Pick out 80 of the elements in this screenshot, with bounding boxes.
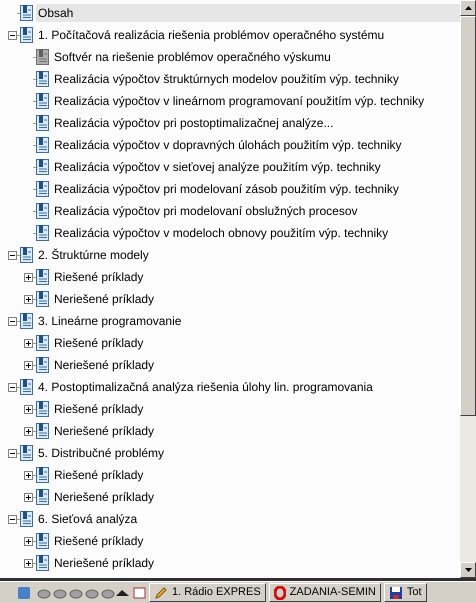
book-page-icon	[36, 467, 49, 483]
tree-item[interactable]: 1. Počítačová realizácia riešenia problémov operačného systému	[36, 26, 388, 44]
book-page-icon	[36, 93, 49, 109]
down-arrow-icon	[464, 568, 472, 572]
book-page-icon	[36, 115, 49, 131]
quick-launch-icons-drawing[interactable]	[16, 586, 146, 600]
book-page-icon	[20, 247, 33, 263]
expand-icon[interactable]	[24, 404, 33, 414]
scroll-thumb[interactable]	[460, 16, 476, 416]
taskbar-button[interactable]: 1. Rádio EXPRES	[149, 583, 266, 602]
tree-item[interactable]: Riešené príklady	[52, 532, 148, 550]
expand-icon[interactable]	[24, 272, 33, 282]
tree-item[interactable]: Neriešené príklady	[52, 356, 158, 374]
book-page-icon	[36, 291, 49, 307]
collapse-icon[interactable]	[8, 316, 17, 326]
collapse-icon[interactable]	[8, 514, 17, 524]
tree-item[interactable]: Riešené príklady	[52, 466, 148, 484]
tree-item[interactable]: 3. Lineárne programovanie	[36, 312, 186, 330]
tree-item[interactable]: Realizácia výpočtov v dopravných úlohách použitím výp. techniky	[52, 136, 406, 154]
tree-item[interactable]: Realizácia výpočtov pri modelovaní zásob použitím výp. techniky	[52, 180, 403, 198]
tree-item[interactable]: Riešené príklady	[52, 268, 148, 286]
book-page-icon	[36, 71, 49, 87]
opera-o-icon	[274, 586, 286, 600]
book-page-icon	[36, 533, 49, 549]
tree-item[interactable]: 4. Postoptimalizačná analýza riešenia úlohy lin. programovania	[36, 378, 377, 396]
expand-icon[interactable]	[24, 492, 33, 502]
scroll-down-button[interactable]	[460, 562, 476, 578]
tree-item[interactable]: Riešené príklady	[52, 334, 148, 352]
book-page-icon	[36, 335, 49, 351]
book-page-icon	[20, 379, 33, 395]
expand-icon[interactable]	[24, 536, 33, 546]
tree-item[interactable]: Neriešené príklady	[52, 290, 158, 308]
tree-item[interactable]: 6. Sieťová analýza	[36, 510, 142, 528]
collapse-icon[interactable]	[8, 30, 17, 40]
scroll-up-button[interactable]	[460, 0, 476, 16]
tree-item[interactable]: Neriešené príklady	[52, 554, 158, 572]
book-page-icon	[36, 423, 49, 439]
tree-item[interactable]: Riešené príklady	[52, 400, 148, 418]
book-page-icon	[36, 489, 49, 505]
tree-item[interactable]: Realizácia výpočtov štruktúrnych modelov použitím výp. techniky	[52, 70, 403, 88]
book-page-icon	[36, 401, 49, 417]
tree-item[interactable]: Realizácia výpočtov pri modelovaní obslužných procesov	[52, 202, 362, 220]
expand-icon[interactable]	[24, 470, 33, 480]
collapse-icon[interactable]	[8, 382, 17, 392]
book-page-icon	[20, 313, 33, 329]
tree-item[interactable]: Neriešené príklady	[52, 422, 158, 440]
book-page-icon	[36, 357, 49, 373]
taskbar-button[interactable]: ZADANIA-SEMIN	[268, 583, 381, 602]
taskbar-button[interactable]: Tot	[384, 583, 427, 602]
book-page-icon	[36, 137, 49, 153]
up-arrow-icon	[464, 6, 472, 10]
expand-icon[interactable]	[24, 338, 33, 348]
tree-item[interactable]: 2. Štruktúrne modely	[36, 246, 153, 264]
collapse-icon[interactable]	[8, 448, 17, 458]
book-page-icon	[36, 203, 49, 219]
book-page-icon	[20, 511, 33, 527]
book-page-icon	[36, 269, 49, 285]
book-page-icon	[20, 27, 33, 43]
book-page-icon	[20, 445, 33, 461]
tree-item[interactable]: 5. Distribučné problémy	[36, 444, 168, 462]
tree-item[interactable]: Realizácia výpočtov pri postoptimalizačnej analýze...	[52, 114, 338, 132]
tree-item[interactable]: Realizácia výpočtov v sieťovej analýze použitím výp. techniky	[52, 158, 385, 176]
tree-item[interactable]: Realizácia výpočtov v modeloch obnovy použitím výp. techniky	[52, 224, 392, 242]
book-page-icon	[36, 225, 49, 241]
tree-item[interactable]: Neriešené príklady	[52, 488, 158, 506]
expand-icon[interactable]	[24, 294, 33, 304]
expand-icon[interactable]	[24, 360, 33, 370]
tree-item[interactable]: Realizácia výpočtov v lineárnom programovaní použitím výp. techniky	[52, 92, 428, 110]
book-page-icon	[36, 181, 49, 197]
book-page-icon	[36, 49, 49, 65]
book-page-icon	[36, 159, 49, 175]
collapse-icon[interactable]	[8, 250, 17, 260]
book-page-icon	[20, 5, 33, 21]
tree-item[interactable]: Softvér na riešenie problémov operačného výskumu	[52, 48, 335, 66]
expand-icon[interactable]	[24, 426, 33, 436]
scrollbar[interactable]	[460, 0, 476, 578]
book-page-icon	[36, 555, 49, 571]
pencil-icon	[154, 586, 168, 600]
expand-icon[interactable]	[24, 558, 33, 568]
tree-item[interactable]: Obsah	[36, 4, 460, 22]
